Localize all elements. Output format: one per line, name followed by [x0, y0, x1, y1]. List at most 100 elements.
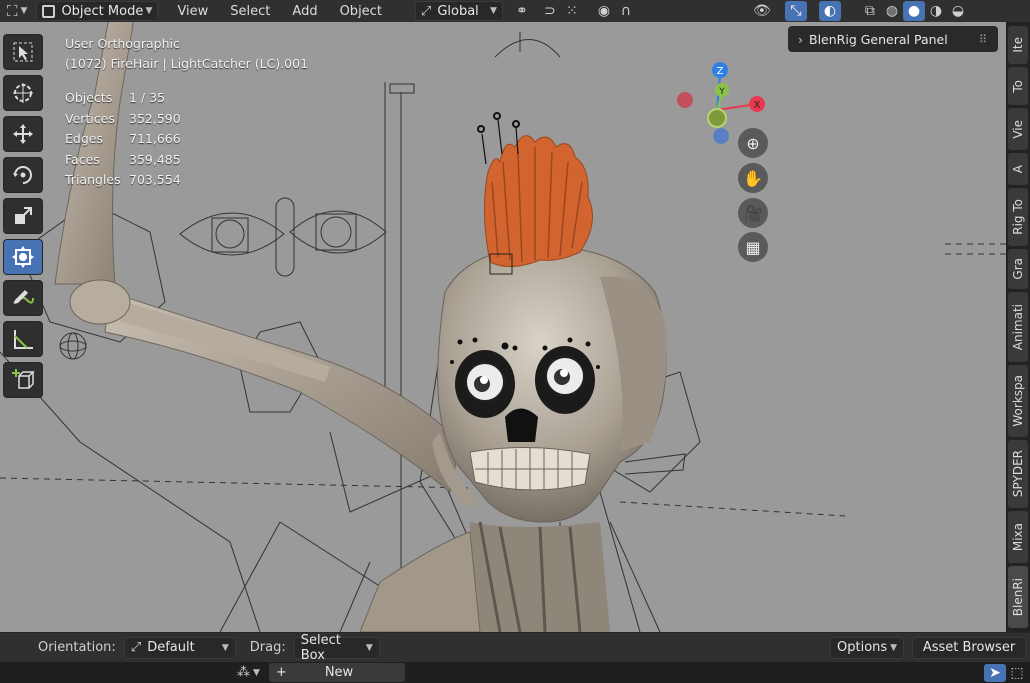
- tab-label: SPYDER: [1011, 450, 1025, 498]
- move-icon: [13, 124, 33, 144]
- stat-row: Edges 711,666: [65, 129, 308, 150]
- measure-tool-button[interactable]: [3, 321, 43, 357]
- sidebar-tab-view[interactable]: Vie: [1008, 108, 1028, 150]
- chevron-down-icon: ▼: [145, 6, 153, 16]
- cursor-tool-button[interactable]: [3, 75, 43, 111]
- neg-z-handle[interactable]: [713, 128, 729, 144]
- menu-view[interactable]: View: [166, 1, 219, 21]
- sidebar-tab-tool[interactable]: To: [1008, 67, 1028, 105]
- perspective-grid-icon[interactable]: ▦: [738, 232, 768, 262]
- rotate-tool-button[interactable]: [3, 157, 43, 193]
- sidebar-tab-workspace[interactable]: Workspa: [1008, 365, 1028, 437]
- orientation-dropdown[interactable]: ⤢ Default ▼: [123, 636, 236, 659]
- wire-sphere: [59, 332, 87, 360]
- material-shading-icon[interactable]: ◑: [925, 1, 947, 21]
- add-cube-tool-button[interactable]: [3, 362, 43, 398]
- lower-editor-type-selector[interactable]: ⁂ ▼: [232, 663, 265, 683]
- select-tool-button[interactable]: [3, 34, 43, 70]
- tab-label: Mixa: [1011, 522, 1025, 552]
- rendered-shading-icon[interactable]: ◒: [947, 1, 969, 21]
- move-tool-button[interactable]: [3, 116, 43, 152]
- asset-browser-label: Asset Browser: [922, 640, 1016, 655]
- xray-toggle-icon[interactable]: ⧉: [859, 1, 881, 21]
- sidebar-tab-graph[interactable]: Gra: [1008, 249, 1028, 289]
- mode-label: Object Mode: [61, 3, 144, 19]
- tab-label: A: [1011, 164, 1025, 174]
- neck-spine: [359, 521, 610, 632]
- y-axis-label: Y: [718, 87, 725, 97]
- snap-target-icon[interactable]: ⁙: [561, 1, 583, 21]
- falloff-icon[interactable]: ∩: [615, 1, 637, 21]
- drag-value: Select Box: [300, 632, 341, 663]
- orientation-icon: ⤢: [130, 640, 142, 655]
- stat-key: Triangles: [65, 172, 121, 187]
- sidebar-tab-a[interactable]: A: [1008, 153, 1028, 185]
- transform-orientation-dropdown[interactable]: ⤢ Global ▼: [414, 1, 503, 21]
- options-label: Options: [837, 640, 888, 655]
- zoom-icon[interactable]: ⊕: [738, 128, 768, 158]
- blender-window: ⛶ ▼ Object Mode ▼ View Select Add Object …: [0, 0, 1030, 683]
- sidebar-tab-blenrig[interactable]: BlenRi: [1008, 566, 1028, 628]
- editor-type-selector[interactable]: ⛶ ▼: [2, 1, 32, 21]
- snap-toggle-icon[interactable]: ⊃: [539, 1, 561, 21]
- box-select-icon[interactable]: ⬚: [1006, 663, 1028, 683]
- menu-object[interactable]: Object: [329, 1, 393, 21]
- tab-label: BlenRi: [1011, 577, 1025, 617]
- stat-row: Objects 1 / 35: [65, 88, 308, 109]
- orientation-value: Default: [147, 640, 195, 655]
- blenrig-general-panel-header[interactable]: › BlenRig General Panel ⠿: [788, 26, 998, 52]
- show-overlays-icon[interactable]: ◐: [818, 1, 841, 21]
- visibility-icon[interactable]: 👁: [751, 1, 773, 21]
- sidebar-tab-mixamo[interactable]: Mixa: [1008, 511, 1028, 563]
- proportional-editing-icon[interactable]: ◉: [593, 1, 615, 21]
- menu-add[interactable]: Add: [281, 1, 328, 21]
- stat-value: 352,590: [129, 110, 181, 126]
- options-dropdown[interactable]: Options ▼: [830, 636, 904, 659]
- drag-handle-icon[interactable]: ⠿: [979, 33, 988, 46]
- orientation-label: Global: [437, 3, 479, 19]
- orientation-label: Orientation:: [38, 640, 116, 655]
- scene-statistics: Objects 1 / 35 Vertices 352,590 Edges 711,6…: [65, 88, 308, 191]
- sidebar-tab-item[interactable]: Ite: [1008, 26, 1028, 64]
- tab-label: Animati: [1011, 303, 1025, 351]
- sidebar-tab-animation[interactable]: Animati: [1008, 292, 1028, 362]
- scale-tool-button[interactable]: [3, 198, 43, 234]
- cursor-icon: [13, 83, 33, 103]
- camera-view-icon[interactable]: 🎥: [738, 198, 768, 228]
- show-gizmo-icon[interactable]: ⤡: [784, 1, 807, 21]
- new-button[interactable]: + New: [268, 663, 405, 682]
- tab-label: Rig To: [1011, 199, 1025, 235]
- chevron-down-icon: ▼: [890, 642, 897, 653]
- sidebar-tab-spyder[interactable]: SPYDER: [1008, 440, 1028, 508]
- neg-x-handle[interactable]: [677, 92, 693, 108]
- stat-key: Faces: [65, 151, 100, 167]
- mode-dropdown[interactable]: Object Mode ▼: [36, 1, 159, 21]
- stat-value: 711,666: [129, 131, 181, 146]
- add-cube-icon: [12, 369, 35, 389]
- solid-shading-icon[interactable]: ●: [902, 1, 925, 21]
- x-axis-label: X: [754, 100, 761, 111]
- active-object-name: (1072) FireHair | LightCatcher (LC).001: [65, 56, 309, 71]
- annotate-tool-button[interactable]: [3, 280, 43, 316]
- tool-shelf: [1, 34, 46, 403]
- transform-tool-button[interactable]: [3, 239, 43, 275]
- chevron-down-icon: ▼: [253, 667, 260, 678]
- sidebar-tab-rig-tools[interactable]: Rig To: [1008, 188, 1028, 246]
- pan-hand-icon[interactable]: ✋: [738, 163, 768, 193]
- tool-settings-bar: Orientation: ⤢ Default ▼ Drag: Select Bo…: [0, 632, 1030, 663]
- drag-label: Drag:: [249, 640, 286, 655]
- new-label: New: [324, 665, 354, 680]
- annotate-icon: [13, 290, 34, 304]
- drag-dropdown[interactable]: Select Box ▼: [293, 633, 380, 663]
- pivot-point-icon[interactable]: ⚭: [511, 1, 533, 21]
- menu-select[interactable]: Select: [219, 1, 281, 21]
- wireframe-shading-icon[interactable]: ◍: [881, 1, 903, 21]
- panel-title: BlenRig General Panel: [809, 31, 948, 47]
- viewport-header: ⛶ ▼ Object Mode ▼ View Select Add Object …: [0, 0, 1030, 22]
- stat-row: Faces 359,485: [65, 150, 308, 171]
- neg-y-handle[interactable]: [707, 108, 727, 128]
- select-box-icon: [13, 42, 33, 62]
- sidebar-tabs: Ite To Vie A Rig To Gra Animati Workspa …: [1006, 22, 1030, 632]
- asset-browser-button[interactable]: Asset Browser: [912, 636, 1026, 659]
- select-cursor-icon[interactable]: ➤: [984, 663, 1006, 682]
